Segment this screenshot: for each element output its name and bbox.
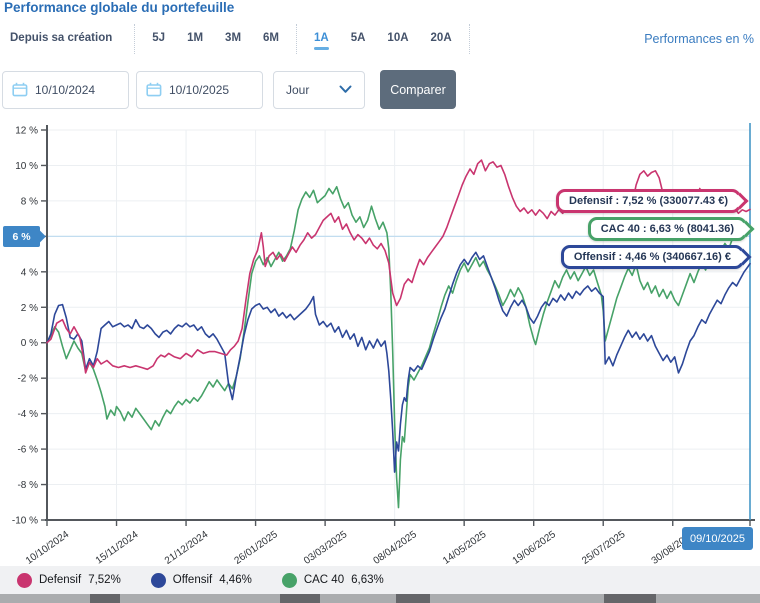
bottom-bar-segment (90, 594, 120, 603)
compare-button[interactable]: Comparer (380, 70, 456, 109)
page-title: Performance globale du portefeuille (4, 0, 234, 15)
tab-6m[interactable]: 6M (252, 24, 290, 54)
bottom-bar-segment (396, 594, 430, 603)
tab-1a-active[interactable]: 1A (303, 24, 340, 54)
chevron-down-icon (339, 85, 352, 94)
current-date-x-badge: 09/10/2025 (682, 527, 753, 550)
tab-separator (296, 24, 297, 54)
tab-5a[interactable]: 5A (340, 24, 377, 54)
svg-text:25/07/2025: 25/07/2025 (580, 529, 628, 567)
tab-separator (469, 24, 470, 54)
performance-line-chart[interactable]: 12 % 10 % 8 % 6 % 4 % 2 % 0 % -2 % -4 % -6 % -8 % -… (0, 118, 760, 568)
legend-item-offensif[interactable]: Offensif 4,46% (151, 573, 252, 588)
bottom-bar-segment (604, 594, 656, 603)
svg-text:-6 %: -6 % (17, 445, 38, 456)
portfolio-performance-panel: Performance globale du portefeuille Depu… (0, 0, 760, 603)
svg-text:03/03/2025: 03/03/2025 (302, 529, 350, 567)
current-value-y-badge: 6 % (3, 226, 40, 247)
svg-text:26/01/2025: 26/01/2025 (232, 529, 280, 567)
svg-text:-2 %: -2 % (17, 374, 38, 385)
svg-text:19/06/2025: 19/06/2025 (511, 529, 559, 567)
defensif-color-dot-icon (17, 573, 32, 588)
chart-legend: Defensif 7,52% Offensif 4,46% CAC 40 6,6… (0, 566, 760, 594)
tab-depuis-sa-creation[interactable]: Depuis sa création (8, 24, 128, 54)
calendar-icon (12, 82, 28, 97)
date-from-input[interactable] (35, 83, 125, 97)
svg-text:10/10/2024: 10/10/2024 (24, 529, 72, 567)
svg-text:4 %: 4 % (21, 267, 38, 278)
svg-text:0 %: 0 % (21, 338, 38, 349)
svg-text:12 %: 12 % (15, 126, 38, 137)
date-to-input[interactable] (169, 83, 259, 97)
tab-10a[interactable]: 10A (376, 24, 419, 54)
svg-text:-4 %: -4 % (17, 409, 38, 420)
compare-controls: Jour Comparer (2, 70, 456, 109)
calendar-icon (146, 82, 162, 97)
performances-en-pct-link[interactable]: Performances en % (644, 32, 754, 46)
svg-text:-10 %: -10 % (12, 516, 38, 527)
cac40-color-dot-icon (282, 573, 297, 588)
interval-select[interactable]: Jour (273, 71, 365, 109)
tab-20a[interactable]: 20A (420, 24, 463, 54)
offensif-color-dot-icon (151, 573, 166, 588)
tooltip-cac40: CAC 40 : 6,63 % (8041.36) (588, 217, 747, 241)
tab-separator (134, 24, 135, 54)
svg-text:10 %: 10 % (15, 161, 38, 172)
window-bottom-bar (0, 594, 760, 603)
svg-text:14/05/2025: 14/05/2025 (441, 529, 489, 567)
tooltip-offensif: Offensif : 4,46 % (340667.16) € (561, 245, 744, 269)
svg-text:08/04/2025: 08/04/2025 (372, 529, 420, 567)
interval-selected-value: Jour (286, 83, 309, 97)
tab-5j[interactable]: 5J (141, 24, 176, 54)
svg-text:8 %: 8 % (21, 196, 38, 207)
tab-1m[interactable]: 1M (176, 24, 214, 54)
svg-text:21/12/2024: 21/12/2024 (163, 529, 211, 567)
legend-item-cac40[interactable]: CAC 40 6,63% (282, 573, 384, 588)
bottom-bar-segment (280, 594, 320, 603)
svg-text:15/11/2024: 15/11/2024 (94, 529, 141, 567)
svg-text:2 %: 2 % (21, 303, 38, 314)
range-tabs: Depuis sa création 5J 1M 3M 6M 1A 5A 10A… (8, 24, 476, 54)
tooltip-defensif: Defensif : 7,52 % (330077.43 €) (556, 189, 741, 213)
date-from-field[interactable] (2, 71, 129, 109)
tab-3m[interactable]: 3M (214, 24, 252, 54)
date-to-field[interactable] (136, 71, 263, 109)
legend-item-defensif[interactable]: Defensif 7,52% (17, 573, 121, 588)
svg-text:-8 %: -8 % (17, 480, 38, 491)
